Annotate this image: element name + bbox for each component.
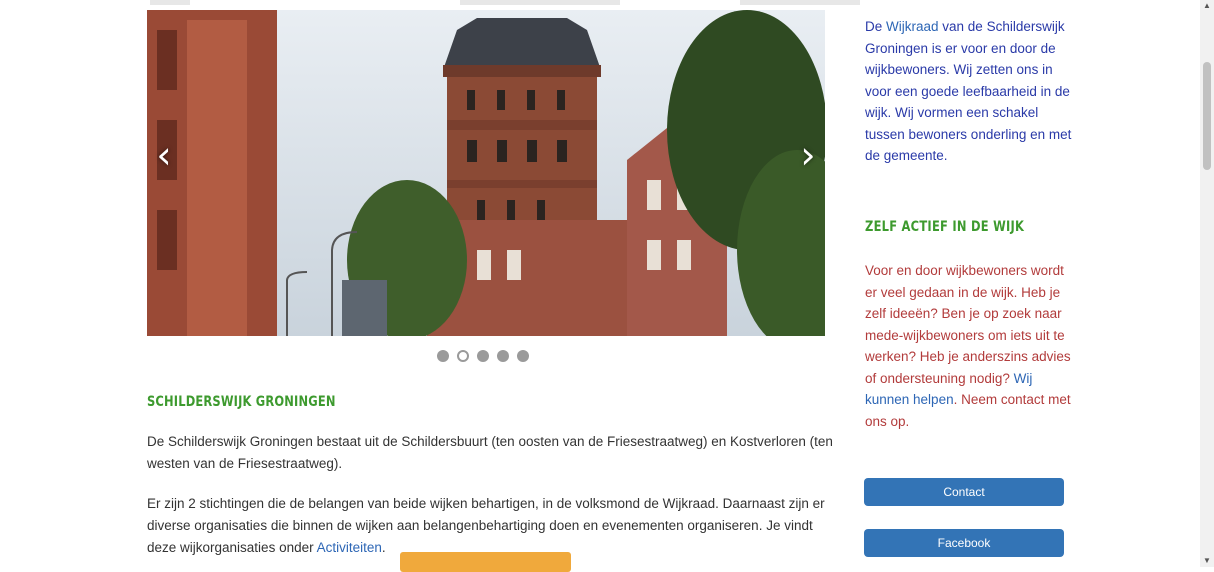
- sidebar-intro: De Wijkraad van de Schilderswijk Groning…: [865, 16, 1075, 167]
- scroll-down-icon[interactable]: ▼: [1203, 556, 1211, 566]
- scrollbar[interactable]: ▲ ▼: [1200, 0, 1214, 567]
- slider-dots: [437, 350, 529, 364]
- facebook-button[interactable]: Facebook: [864, 529, 1064, 557]
- contact-button[interactable]: Contact: [864, 478, 1064, 506]
- scrollbar-thumb[interactable]: [1203, 62, 1211, 170]
- top-cropped-strip: [0, 0, 1200, 8]
- intro-text: van de Schilderswijk Groningen is er voo…: [865, 19, 1072, 163]
- paragraph-text-end: .: [381, 540, 386, 555]
- scroll-up-icon[interactable]: ▲: [1203, 1, 1211, 11]
- intro-paragraph: De Schilderswijk Groningen bestaat uit d…: [147, 434, 833, 471]
- slider-dot-active[interactable]: [457, 350, 469, 362]
- sidebar-heading: ZELF ACTIEF IN DE WIJK: [865, 219, 1025, 235]
- activiteiten-link[interactable]: Activiteiten: [317, 540, 382, 555]
- orange-button-partial[interactable]: [400, 552, 571, 572]
- slider-dot[interactable]: [437, 350, 449, 362]
- organisations-paragraph: Er zijn 2 stichtingen die de belangen va…: [147, 493, 837, 559]
- slider-next-icon[interactable]: ›: [793, 130, 823, 180]
- paragraph-text: Er zijn 2 stichtingen die de belangen va…: [147, 496, 825, 555]
- main-heading: SCHILDERSWIJK GRONINGEN: [147, 394, 336, 410]
- image-slider[interactable]: ‹ ›: [147, 10, 825, 336]
- sidebar-active-text: Voor en door wijkbewoners wordt er veel …: [865, 260, 1075, 432]
- cropped-fragment: [740, 0, 860, 5]
- active-text-start: Voor en door wijkbewoners wordt er veel …: [865, 263, 1071, 386]
- cropped-fragment: [460, 0, 620, 5]
- slider-dot[interactable]: [477, 350, 489, 362]
- intro-text-start: De: [865, 19, 887, 34]
- slider-prev-icon[interactable]: ‹: [149, 130, 179, 180]
- slider-dot[interactable]: [517, 350, 529, 362]
- cropped-fragment: [150, 0, 190, 5]
- wijkraad-link[interactable]: Wijkraad: [886, 19, 939, 34]
- slider-dot[interactable]: [497, 350, 509, 362]
- slider-photo: [147, 10, 825, 336]
